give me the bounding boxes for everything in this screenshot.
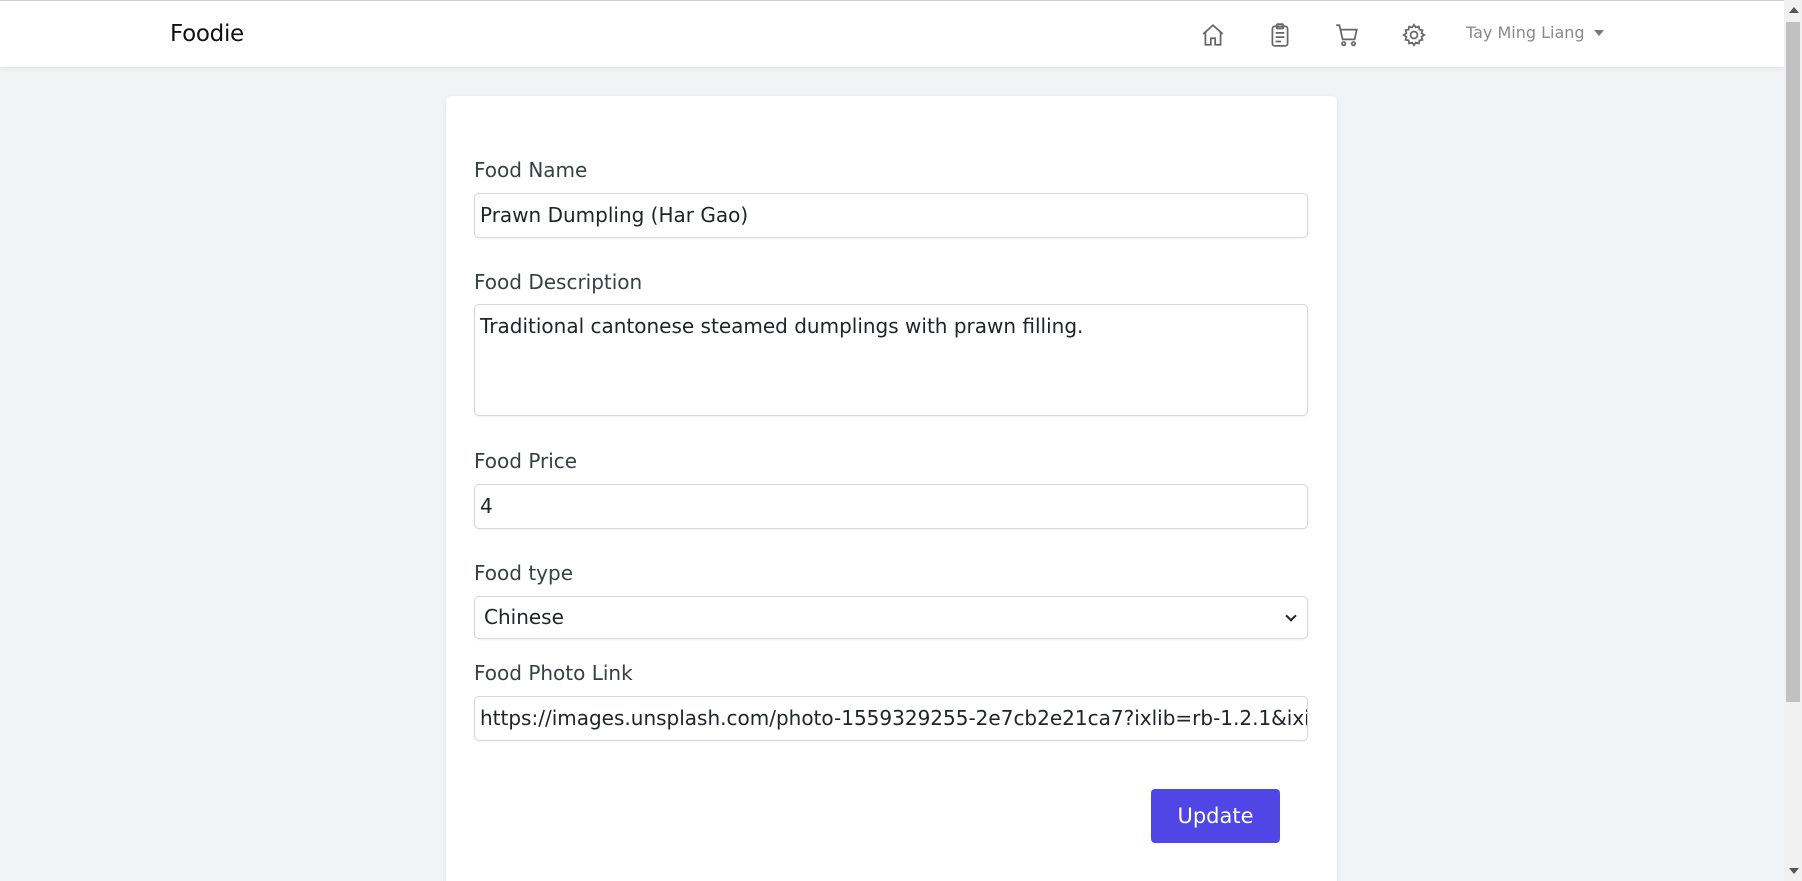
food-photo-link-label: Food Photo Link <box>474 661 633 685</box>
food-name-input[interactable]: Prawn Dumpling (Har Gao) <box>474 193 1308 238</box>
scroll-down-icon[interactable] <box>1789 868 1799 874</box>
home-icon[interactable] <box>1198 20 1228 50</box>
user-name: Tay Ming Liang <box>1466 23 1585 42</box>
food-price-label: Food Price <box>474 449 578 473</box>
caret-down-icon <box>1593 29 1604 36</box>
user-dropdown[interactable]: Tay Ming Liang <box>1466 23 1604 42</box>
food-description-textarea[interactable]: Traditional cantonese steamed dumplings … <box>474 304 1308 416</box>
cart-icon[interactable] <box>1332 20 1362 50</box>
food-name-label: Food Name <box>474 158 588 182</box>
scroll-up-icon[interactable] <box>1789 7 1799 13</box>
food-type-label: Food type <box>474 561 573 585</box>
gear-icon[interactable] <box>1399 20 1429 50</box>
food-photo-link-input[interactable]: https://images.unsplash.com/photo-155932… <box>474 696 1308 741</box>
brand-logo[interactable]: Foodie <box>170 21 244 47</box>
food-description-label: Food Description <box>474 270 643 294</box>
food-type-select[interactable]: Chinese <box>474 596 1308 639</box>
food-type-selected: Chinese <box>484 605 564 629</box>
edit-food-card: Food Name Prawn Dumpling (Har Gao) Food … <box>446 96 1337 881</box>
scrollbar-thumb[interactable] <box>1786 22 1800 702</box>
chevron-down-icon <box>1285 610 1297 622</box>
update-button[interactable]: Update <box>1151 789 1280 843</box>
top-navbar: Foodie Tay Ming Liang <box>0 0 1784 67</box>
clipboard-icon[interactable] <box>1265 20 1295 50</box>
food-price-input[interactable]: 4 <box>474 484 1308 529</box>
